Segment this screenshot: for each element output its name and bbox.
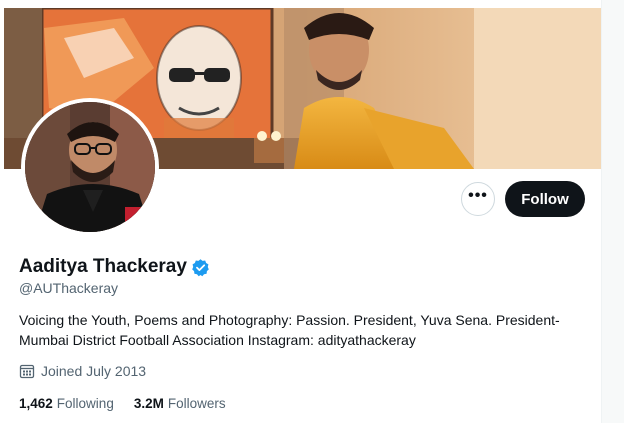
following-count: 1,462 [19,396,53,411]
joined-date: Joined July 2013 [19,363,146,379]
followers-label: Followers [167,396,226,411]
user-handle: @AUThackeray [19,280,119,296]
followers-link[interactable]: 3.2M Followers [134,396,226,411]
followers-count: 3.2M [133,396,164,411]
more-options-button[interactable]: ••• [461,182,495,216]
joined-text: Joined July 2013 [41,363,147,379]
avatar[interactable] [21,98,159,236]
bio-text: Voicing the Youth, Poems and Photography… [19,312,560,348]
verified-badge-icon [191,258,210,277]
profile-page: ••• Follow Aaditya Thackeray @AUThackera… [0,0,624,423]
avatar-image [25,102,155,232]
display-name: Aaditya Thackeray [19,256,187,277]
following-label: Following [56,396,114,411]
stats-row: 1,462 Following 3.2M Followers [19,396,246,411]
following-link[interactable]: 1,462 Following [19,396,114,411]
right-gutter [601,0,624,423]
follow-button[interactable]: Follow [505,181,585,217]
calendar-icon [19,363,35,379]
more-horizontal-icon: ••• [468,187,488,204]
name-row: Aaditya Thackeray [19,256,210,278]
